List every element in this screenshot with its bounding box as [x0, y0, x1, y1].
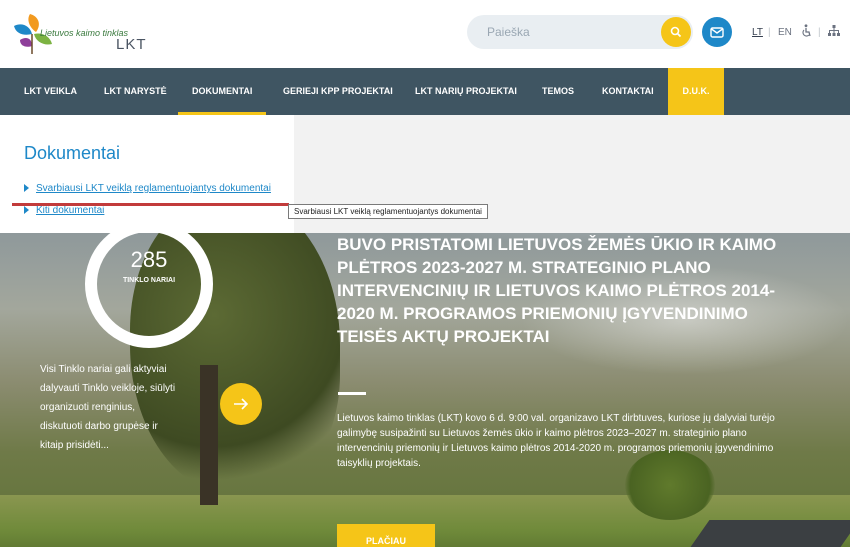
dropdown-title: Dokumentai [24, 143, 121, 163]
members-label: TINKLO NARIAI [122, 277, 176, 284]
search-box[interactable]: Paieška [467, 15, 693, 49]
accessibility-icon[interactable] [801, 24, 812, 37]
dropdown-link-label[interactable]: Kiti dokumentai [36, 205, 104, 216]
dropdown-link-key-documents[interactable]: Svarbiausi LKT veiklą reglamentuojantys … [24, 183, 271, 194]
hero-tree-trunk [200, 365, 218, 505]
search-icon [670, 26, 682, 38]
nav-item-dokumentai[interactable]: DOKUMENTAI [177, 68, 267, 115]
nav-item-duk[interactable]: D.U.K. [668, 68, 724, 115]
nav-item-gerieji-kpp-projektai[interactable]: GERIEJI KPP PROJEKTAI [283, 68, 393, 115]
logo-abbr: LKT [116, 36, 147, 53]
dropdown-link-label[interactable]: Svarbiausi LKT veiklą reglamentuojantys … [36, 183, 271, 194]
mail-icon [710, 26, 724, 38]
nav-item-lkt-nariu-projektai[interactable]: LKT NARIŲ PROJEKTAI [415, 68, 517, 115]
arrow-right-icon [234, 398, 249, 410]
site-logo[interactable]: Lietuvos kaimo tinklas LKT [8, 10, 158, 58]
hero-text: Lietuvos kaimo tinklas (LKT) kovo 6 d. 9… [337, 413, 775, 469]
highlight-underline [12, 203, 289, 206]
main-nav: LKT VEIKLA LKT NARYSTĖ DOKUMENTAI GERIEJ… [0, 68, 850, 115]
nav-item-lkt-veikla[interactable]: LKT VEIKLA [24, 68, 77, 115]
lang-lt-link[interactable]: LT [752, 27, 763, 38]
members-count: 285 [130, 247, 168, 272]
search-button[interactable] [661, 17, 691, 47]
mail-button[interactable] [702, 17, 732, 47]
hero-title: BUVO PRISTATOMI LIETUVOS ŽEMĖS ŪKIO IR K… [337, 235, 777, 346]
hero-divider [338, 392, 366, 395]
logo-text: Lietuvos kaimo tinklas [40, 28, 129, 38]
nav-item-temos[interactable]: TEMOS [542, 68, 574, 115]
members-description: Visi Tinklo nariai gali aktyviai dalyvau… [40, 364, 176, 451]
dropdown-link-other-documents[interactable]: Kiti dokumentai [24, 205, 104, 216]
lang-separator: | [768, 27, 771, 38]
dokumentai-dropdown: Dokumentai Svarbiausi LKT veiklą reglame… [0, 115, 294, 233]
lang-separator: | [818, 27, 821, 38]
hero-road [690, 520, 850, 547]
read-more-button[interactable]: PLAČIAU [337, 524, 435, 547]
members-counter-ring [85, 220, 213, 348]
link-tooltip: Svarbiausi LKT veiklą reglamentuojantys … [288, 204, 488, 219]
site-header: Lietuvos kaimo tinklas LKT Paieška LT | … [0, 0, 850, 68]
caret-right-icon [24, 206, 29, 215]
nav-item-lkt-naryste[interactable]: LKT NARYSTĖ [104, 68, 167, 115]
lang-en-link[interactable]: EN [778, 27, 792, 38]
search-input[interactable]: Paieška [487, 25, 530, 39]
members-more-button[interactable] [220, 383, 262, 425]
sitemap-icon[interactable] [828, 25, 840, 36]
nav-item-kontaktai[interactable]: KONTAKTAI [602, 68, 654, 115]
caret-right-icon [24, 184, 29, 193]
